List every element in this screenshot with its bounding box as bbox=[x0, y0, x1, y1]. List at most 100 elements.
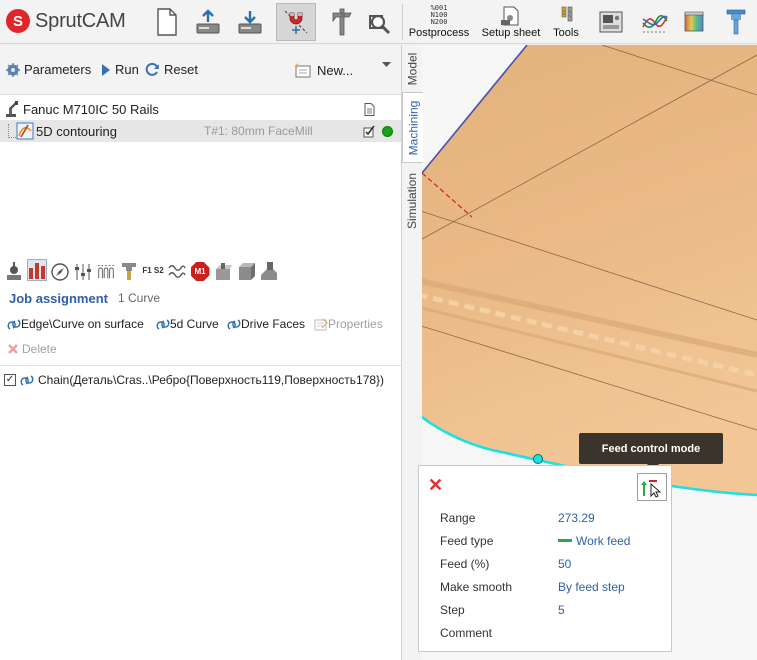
prop-value[interactable]: 5 bbox=[558, 603, 565, 617]
machine-base-icon bbox=[7, 262, 21, 280]
tool-holder-icon bbox=[726, 9, 746, 35]
inspect-button[interactable] bbox=[364, 3, 396, 41]
prop-row-range: Range 273.29 bbox=[440, 511, 660, 529]
new-project-button[interactable] bbox=[151, 3, 183, 41]
prop-key: Feed type bbox=[440, 534, 494, 548]
measure-button[interactable] bbox=[326, 3, 358, 41]
parameters-button[interactable]: Parameters bbox=[6, 62, 91, 77]
operation-tool-name: T#1: 80mm FaceMill bbox=[204, 124, 313, 138]
gear-icon bbox=[6, 62, 20, 77]
color-cylinder-icon bbox=[684, 11, 704, 32]
tab-machine-setup[interactable] bbox=[4, 259, 24, 281]
tab-levels[interactable] bbox=[73, 259, 93, 281]
color-scheme-button[interactable] bbox=[678, 3, 710, 41]
fixture-icon bbox=[261, 262, 277, 280]
edge-curve-button[interactable]: Edge\Curve on surface bbox=[7, 317, 144, 331]
reset-label: Reset bbox=[164, 62, 198, 77]
job-item-label: Chain(Деталь\Cras..\Ребро{Поверхность119… bbox=[38, 373, 385, 387]
open-drive-icon bbox=[196, 9, 220, 34]
save-drive-icon bbox=[238, 11, 262, 34]
new-document-icon bbox=[157, 8, 177, 36]
feed-mode-cursor-icon bbox=[641, 480, 662, 498]
curve-chain-icon bbox=[156, 318, 170, 330]
save-project-button[interactable] bbox=[234, 3, 266, 41]
tab-approach[interactable] bbox=[167, 259, 187, 281]
machine-name: Fanuc M710IC 50 Rails bbox=[23, 101, 159, 117]
prop-key: Feed (%) bbox=[440, 557, 490, 571]
tab-machining[interactable]: Machining bbox=[402, 92, 423, 163]
operations-panel: Parameters Run Reset New... Fanuc M710IC… bbox=[0, 45, 401, 660]
close-icon[interactable]: ✕ bbox=[428, 476, 443, 494]
job-item-checkbox[interactable]: ✓ bbox=[4, 374, 16, 386]
curve-chain-icon bbox=[227, 318, 241, 330]
prop-row-feed-type: Feed type Work feed bbox=[440, 534, 660, 552]
tab-feeds-speeds[interactable]: F1 S2 bbox=[142, 259, 164, 281]
open-project-button[interactable] bbox=[192, 3, 224, 41]
setup-sheet-button[interactable]: Setup sheet bbox=[478, 3, 544, 41]
tab-tool[interactable] bbox=[119, 259, 139, 281]
run-label: Run bbox=[115, 62, 139, 77]
tab-technology-commands[interactable]: M1 bbox=[190, 259, 210, 281]
end-mill-tools-icon bbox=[561, 6, 573, 21]
prop-key: Range bbox=[440, 511, 476, 525]
drive-faces-label: Drive Faces bbox=[241, 317, 306, 331]
tab-workpiece[interactable] bbox=[213, 259, 233, 281]
postprocess-button[interactable]: %001 N100 N200 Postprocess bbox=[406, 3, 472, 41]
new-operation-dropdown[interactable] bbox=[382, 62, 391, 68]
drive-faces-button[interactable]: Drive Faces bbox=[227, 317, 305, 331]
job-assignment-count: 1 Curve bbox=[118, 291, 161, 305]
feed-chart-button[interactable] bbox=[638, 3, 672, 41]
new-operation-button[interactable]: New... bbox=[293, 62, 353, 78]
snap-mode-button[interactable] bbox=[276, 3, 316, 41]
tab-job-assignment[interactable] bbox=[27, 259, 47, 281]
nc-code-line: N200 bbox=[430, 18, 448, 26]
machine-tree-item[interactable]: Fanuc M710IC 50 Rails bbox=[0, 98, 401, 120]
feed-control-mode-button[interactable] bbox=[637, 473, 667, 501]
prop-value[interactable]: 273.29 bbox=[558, 511, 595, 525]
feeds-speeds-label: F1 S2 bbox=[142, 265, 164, 275]
tab-simulation[interactable]: Simulation bbox=[402, 165, 423, 237]
tab-fixtures[interactable] bbox=[259, 259, 279, 281]
play-icon bbox=[102, 63, 110, 76]
reset-button[interactable]: Reset bbox=[145, 62, 198, 77]
prop-value[interactable]: 50 bbox=[558, 557, 571, 571]
magnet-snap-icon bbox=[284, 10, 308, 34]
prop-value-feed-type[interactable]: Work feed bbox=[558, 534, 630, 548]
job-list-item[interactable]: ✓ Chain(Деталь\Cras..\Ребро{Поверхность1… bbox=[4, 373, 384, 387]
main-toolbar: S SprutCAM %001 N100 N200 Postprocess Se… bbox=[0, 0, 757, 44]
delete-label: Delete bbox=[22, 342, 57, 356]
run-button[interactable]: Run bbox=[101, 62, 139, 77]
operation-tree-item[interactable]: 5D contouring T#1: 80mm FaceMill bbox=[0, 120, 401, 142]
tab-stock[interactable] bbox=[236, 259, 256, 281]
m1-label: M1 bbox=[194, 267, 206, 276]
prop-key: Comment bbox=[440, 626, 493, 640]
machine-control-button[interactable] bbox=[594, 3, 628, 41]
operation-status-indicator bbox=[382, 125, 393, 137]
prop-value[interactable]: By feed step bbox=[558, 580, 625, 594]
tab-model[interactable]: Model bbox=[402, 45, 423, 92]
prop-value: Work feed bbox=[576, 534, 631, 548]
tree-connector bbox=[8, 124, 16, 138]
feed-control-tooltip: Feed control mode bbox=[579, 433, 723, 470]
prop-key: Make smooth bbox=[440, 580, 513, 594]
properties-label: Properties bbox=[328, 317, 383, 331]
tools-label: Tools bbox=[553, 26, 579, 39]
point-properties-popup: ✕ Range 273.29 Feed type Work feed Feed … bbox=[418, 465, 672, 652]
tab-strategy[interactable] bbox=[50, 259, 70, 281]
document-icon[interactable] bbox=[364, 102, 375, 116]
delete-x-icon bbox=[8, 344, 18, 354]
compass-icon bbox=[51, 263, 69, 281]
prop-row-feed-percent: Feed (%) 50 bbox=[440, 557, 660, 575]
delete-button[interactable]: Delete bbox=[7, 342, 57, 356]
prop-key: Step bbox=[440, 603, 465, 617]
toolpath-links-icon bbox=[97, 265, 115, 279]
curve-5d-button[interactable]: 5d Curve bbox=[156, 317, 219, 331]
tools-button[interactable]: Tools bbox=[548, 3, 584, 41]
prop-row-make-smooth: Make smooth By feed step bbox=[440, 580, 660, 598]
contouring-operation-icon bbox=[16, 122, 34, 140]
checked-list-icon[interactable] bbox=[363, 125, 376, 138]
tool-holder-button[interactable] bbox=[720, 3, 752, 41]
setup-sheet-icon bbox=[501, 6, 519, 25]
tab-links[interactable] bbox=[96, 259, 116, 281]
properties-button[interactable]: Properties bbox=[314, 317, 383, 331]
